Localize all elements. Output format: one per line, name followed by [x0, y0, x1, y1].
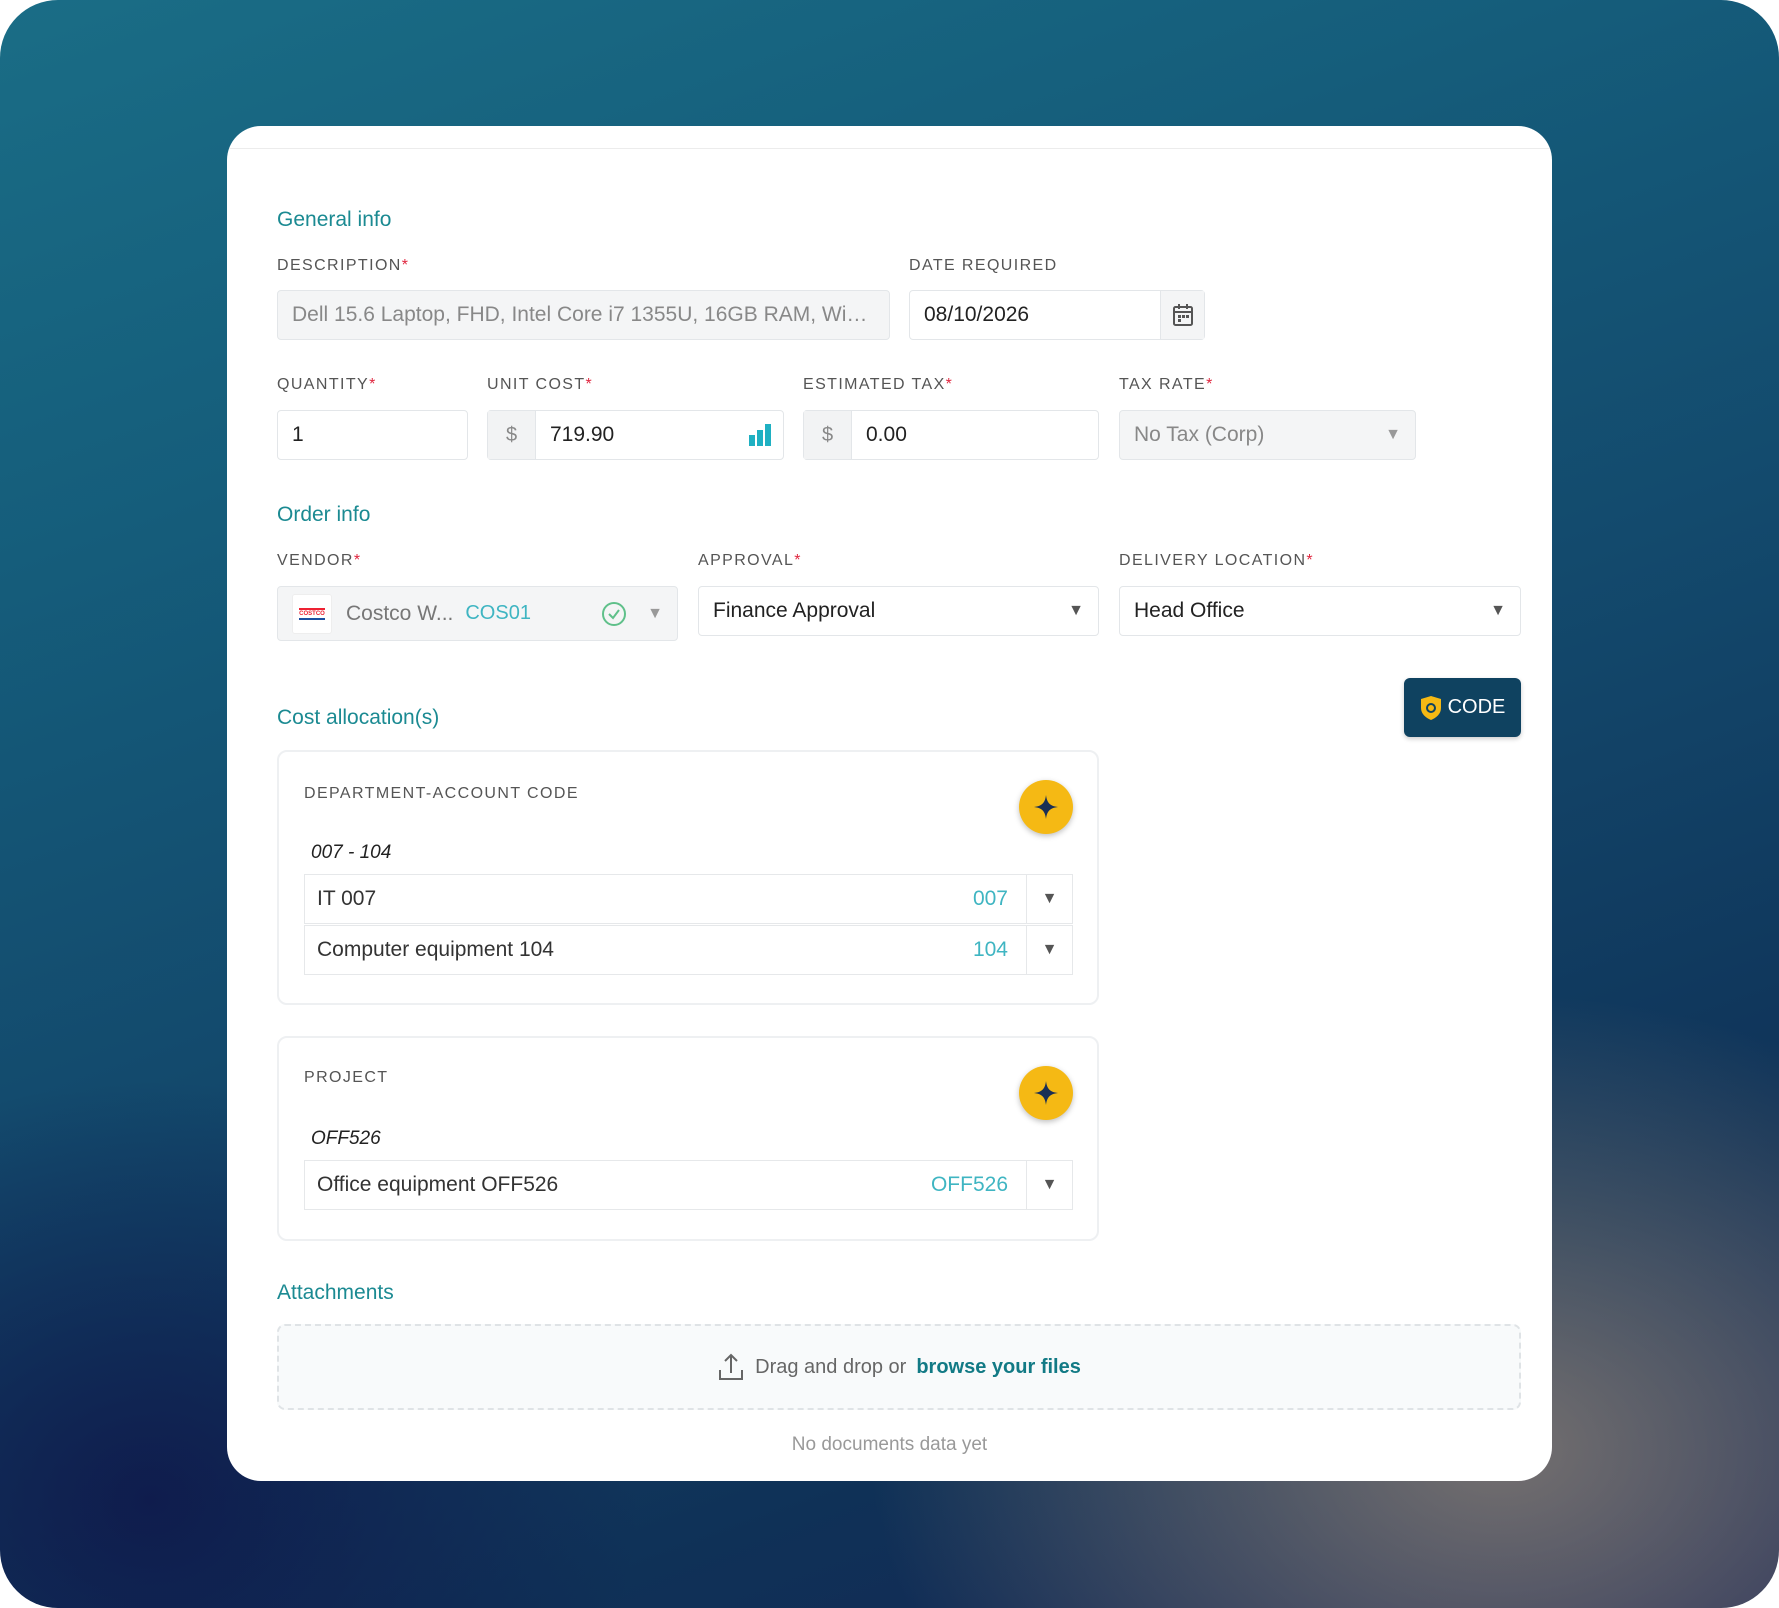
approval-value: Finance Approval [713, 599, 876, 622]
vendor-name: Costco W... [346, 601, 454, 625]
allocation-row-name: Computer equipment 104 [317, 938, 554, 961]
caret-down-icon[interactable]: ▼ [1026, 875, 1072, 923]
estimated-tax-label: ESTIMATED TAX* [803, 376, 954, 393]
unit-cost-label: UNIT COST* [487, 376, 594, 393]
allocation-department-account: DEPARTMENT-ACCOUNT CODE 007 - 104 IT 007… [277, 750, 1099, 1005]
allocation-row-code: 104 [972, 938, 1008, 961]
caret-down-icon: ▼ [647, 604, 663, 622]
code-button-label: CODE [1447, 696, 1506, 718]
allocation-project: PROJECT OFF526 Office equipment OFF526 O… [277, 1036, 1099, 1241]
calendar-icon[interactable] [1160, 291, 1204, 339]
allocation-code: OFF526 [311, 1128, 381, 1149]
quantity-field[interactable]: 1 [277, 410, 468, 460]
currency-prefix: $ [804, 411, 852, 459]
tax-rate-value: No Tax (Corp) [1134, 423, 1265, 446]
description-label: DESCRIPTION* [277, 257, 410, 274]
allocation-select-department[interactable]: IT 007 007 ▼ [304, 874, 1073, 924]
allocation-select-account[interactable]: Computer equipment 104 104 ▼ [304, 925, 1073, 975]
shield-icon [1420, 695, 1442, 721]
allocation-row-code: 007 [972, 887, 1008, 910]
estimated-tax-value: 0.00 [866, 423, 907, 446]
section-title-order: Order info [277, 503, 371, 526]
delivery-location-select[interactable]: Head Office ▼ [1119, 586, 1521, 636]
sparkle-icon[interactable] [1019, 780, 1073, 834]
quantity-label: QUANTITY* [277, 376, 377, 393]
quantity-value: 1 [292, 423, 304, 446]
sparkle-icon[interactable] [1019, 1066, 1073, 1120]
unit-cost-field[interactable]: $ 719.90 [487, 410, 784, 460]
allocation-label: PROJECT [304, 1069, 389, 1086]
no-documents-message: No documents data yet [791, 1434, 988, 1455]
description-value: Dell 15.6 Laptop, FHD, Intel Core i7 135… [292, 303, 878, 326]
caret-down-icon[interactable]: ▼ [1026, 926, 1072, 974]
allocation-code: 007 - 104 [311, 842, 392, 863]
tax-rate-select[interactable]: No Tax (Corp) ▼ [1119, 410, 1416, 460]
dropzone-text: Drag and drop or [755, 1355, 907, 1378]
description-field[interactable]: Dell 15.6 Laptop, FHD, Intel Core i7 135… [277, 290, 890, 340]
allocation-row-name: IT 007 [317, 887, 377, 910]
allocation-row-code: OFF526 [930, 1173, 1008, 1196]
code-button[interactable]: CODE [1404, 678, 1521, 737]
date-required-label: DATE REQUIRED [909, 257, 1058, 274]
divider [227, 148, 1552, 149]
requisition-form-card: General info DESCRIPTION* Dell 15.6 Lapt… [227, 126, 1552, 1481]
allocation-select-project[interactable]: Office equipment OFF526 OFF526 ▼ [304, 1160, 1073, 1210]
caret-down-icon: ▼ [1385, 426, 1401, 443]
upload-icon [717, 1352, 745, 1382]
section-title-attachments: Attachments [277, 1281, 394, 1304]
date-required-value: 08/10/2026 [924, 303, 1030, 326]
vendor-select[interactable]: COSTCO Costco W... COS01 ▼ [277, 586, 678, 641]
caret-down-icon: ▼ [1068, 602, 1084, 619]
caret-down-icon: ▼ [1490, 602, 1506, 619]
tax-rate-label: TAX RATE* [1119, 376, 1214, 393]
browse-files-link[interactable]: browse your files [916, 1356, 1081, 1379]
section-title-cost: Cost allocation(s) [277, 706, 440, 729]
approval-label: APPROVAL* [698, 552, 802, 569]
estimated-tax-field[interactable]: $ 0.00 [803, 410, 1099, 460]
vendor-logo: COSTCO [292, 593, 332, 634]
allocation-row-name: Office equipment OFF526 [317, 1173, 559, 1196]
currency-prefix: $ [488, 411, 536, 459]
caret-down-icon[interactable]: ▼ [1026, 1161, 1072, 1209]
section-title-general: General info [277, 208, 392, 231]
approval-select[interactable]: Finance Approval ▼ [698, 586, 1099, 636]
allocation-label: DEPARTMENT-ACCOUNT CODE [304, 785, 579, 802]
delivery-location-label: DELIVERY LOCATION* [1119, 552, 1315, 569]
bar-chart-icon[interactable] [747, 422, 783, 448]
vendor-label: VENDOR* [277, 552, 362, 569]
file-dropzone[interactable]: Drag and drop or browse your files [277, 1324, 1521, 1410]
unit-cost-value: 719.90 [550, 423, 615, 446]
date-required-field[interactable]: 08/10/2026 [909, 290, 1205, 340]
vendor-code: COS01 [465, 602, 531, 624]
check-circle-icon [601, 601, 627, 627]
delivery-location-value: Head Office [1134, 599, 1245, 622]
